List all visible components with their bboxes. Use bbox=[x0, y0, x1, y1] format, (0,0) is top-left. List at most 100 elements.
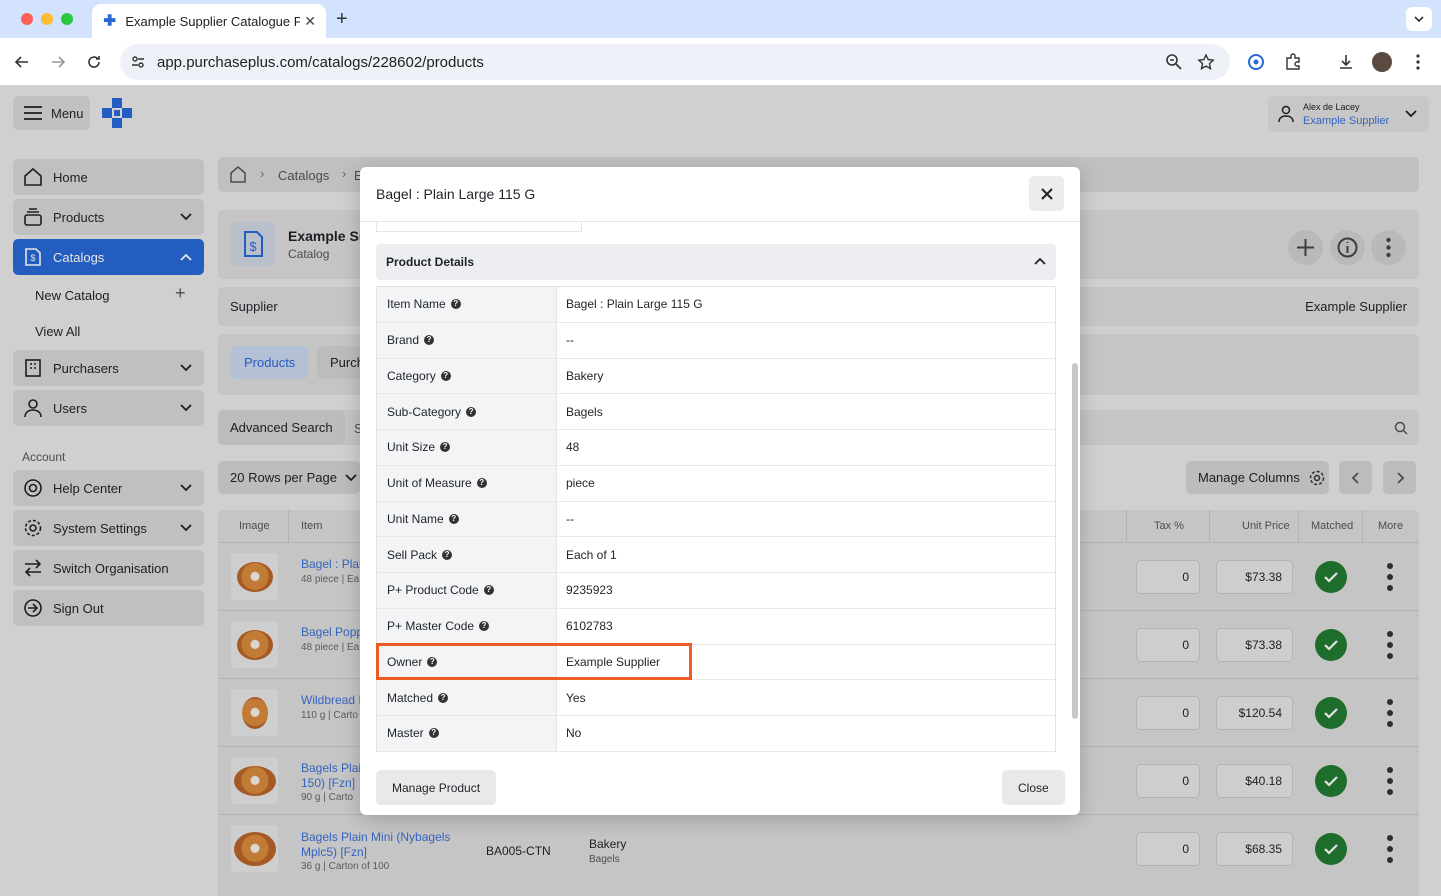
detail-label: Owner? bbox=[377, 644, 557, 680]
detail-label-text: Brand bbox=[387, 333, 420, 348]
detail-row-product-code: P+ Product Code? 9235923 bbox=[377, 573, 1055, 609]
tab-close-icon[interactable]: ✕ bbox=[304, 13, 316, 30]
detail-value: Each of 1 bbox=[566, 547, 617, 562]
detail-value: Bakery bbox=[566, 368, 604, 383]
previous-field-edge bbox=[376, 222, 582, 232]
help-icon[interactable]: ? bbox=[442, 549, 453, 560]
detail-label-text: Matched bbox=[387, 690, 434, 705]
help-icon[interactable]: ? bbox=[479, 621, 490, 632]
detail-label: Unit Name? bbox=[377, 501, 557, 537]
detail-value: 6102783 bbox=[566, 619, 613, 634]
detail-label: Unit of Measure? bbox=[377, 465, 557, 501]
detail-label: Item Name? bbox=[377, 287, 557, 322]
detail-row-unit-name: Unit Name? -- bbox=[377, 501, 1055, 538]
bookmark-star-icon[interactable] bbox=[1197, 53, 1215, 71]
extension-key-icon[interactable] bbox=[1247, 53, 1265, 71]
detail-value: 9235923 bbox=[566, 583, 613, 598]
extensions-puzzle-icon[interactable] bbox=[1284, 53, 1302, 71]
modal-scrollbar[interactable] bbox=[1072, 363, 1078, 719]
browser-tab[interactable]: Example Supplier Catalogue P ✕ bbox=[92, 4, 326, 38]
browser-tab-strip: Example Supplier Catalogue P ✕ + bbox=[0, 0, 1441, 38]
chevron-down-icon bbox=[1414, 16, 1424, 23]
detail-label-text: P+ Product Code bbox=[387, 583, 479, 598]
detail-value: piece bbox=[566, 476, 595, 491]
detail-value: Yes bbox=[566, 690, 586, 705]
back-icon[interactable] bbox=[11, 51, 33, 73]
detail-label-text: Item Name bbox=[387, 297, 446, 312]
detail-value: No bbox=[566, 726, 582, 741]
download-icon[interactable] bbox=[1337, 53, 1355, 71]
chevron-up-icon bbox=[1034, 257, 1046, 265]
detail-label: P+ Product Code? bbox=[377, 573, 557, 608]
detail-value: -- bbox=[566, 333, 574, 348]
reload-icon[interactable] bbox=[83, 51, 105, 73]
modal-body: Product Details Item Name? Bagel : Plain … bbox=[360, 221, 1080, 758]
window-zoom-button[interactable] bbox=[61, 13, 73, 25]
detail-row-matched: Matched? Yes bbox=[377, 680, 1055, 716]
modal-footer: Manage Product Close bbox=[360, 758, 1080, 815]
detail-label-text: Unit Size bbox=[387, 440, 436, 455]
window-minimize-button[interactable] bbox=[41, 13, 53, 25]
detail-row-sell-pack: Sell Pack? Each of 1 bbox=[377, 537, 1055, 573]
detail-value: Bagels bbox=[566, 404, 603, 419]
detail-row-unit-size: Unit Size? 48 bbox=[377, 430, 1055, 466]
help-icon[interactable]: ? bbox=[440, 442, 451, 453]
detail-value: -- bbox=[566, 511, 574, 526]
detail-row-category: Category? Bakery bbox=[377, 358, 1055, 395]
detail-label: Master? bbox=[377, 716, 557, 751]
forward-icon[interactable] bbox=[47, 51, 69, 73]
product-details-modal: Bagel : Plain Large 115 G Product Detail… bbox=[360, 167, 1080, 815]
detail-value: 48 bbox=[566, 440, 580, 455]
zoom-icon[interactable] bbox=[1165, 53, 1183, 71]
detail-row-brand: Brand? -- bbox=[377, 322, 1055, 359]
url-text: app.purchaseplus.com/catalogs/228602/pro… bbox=[157, 53, 484, 71]
detail-row-item-name: Item Name? Bagel : Plain Large 115 G bbox=[377, 287, 1055, 323]
browser-toolbar: app.purchaseplus.com/catalogs/228602/pro… bbox=[0, 38, 1441, 86]
help-icon[interactable]: ? bbox=[450, 299, 461, 310]
detail-label: Unit Size? bbox=[377, 430, 557, 465]
site-settings-icon[interactable] bbox=[129, 53, 147, 71]
help-icon[interactable]: ? bbox=[483, 585, 494, 596]
product-details-section-header[interactable]: Product Details bbox=[376, 244, 1056, 280]
detail-label: Sub-Category? bbox=[377, 394, 557, 429]
detail-row-sub-category: Sub-Category? Bagels bbox=[377, 394, 1055, 430]
detail-row-owner: Owner? Example Supplier bbox=[377, 644, 1055, 681]
detail-row-unit-of-measure: Unit of Measure? piece bbox=[377, 465, 1055, 502]
window-close-button[interactable] bbox=[21, 13, 33, 25]
detail-label: P+ Master Code? bbox=[377, 608, 557, 644]
manage-product-button[interactable]: Manage Product bbox=[376, 770, 497, 805]
help-icon[interactable]: ? bbox=[476, 478, 487, 489]
detail-label: Brand? bbox=[377, 322, 557, 358]
detail-label-text: Sub-Category bbox=[387, 404, 462, 419]
help-icon[interactable]: ? bbox=[440, 370, 451, 381]
detail-value: Example Supplier bbox=[566, 654, 661, 669]
detail-label-text: Unit of Measure bbox=[387, 476, 472, 491]
detail-label-text: Sell Pack bbox=[387, 547, 438, 562]
tab-title: Example Supplier Catalogue P bbox=[125, 13, 301, 29]
detail-label-text: Unit Name bbox=[387, 511, 444, 526]
detail-label-text: P+ Master Code bbox=[387, 619, 475, 634]
new-tab-icon[interactable]: + bbox=[336, 8, 348, 31]
profile-avatar[interactable] bbox=[1372, 52, 1392, 72]
detail-value: Bagel : Plain Large 115 G bbox=[566, 297, 703, 312]
address-bar[interactable]: app.purchaseplus.com/catalogs/228602/pro… bbox=[120, 44, 1230, 80]
detail-row-master-code: P+ Master Code? 6102783 bbox=[377, 608, 1055, 645]
modal-close-button[interactable] bbox=[1029, 176, 1064, 211]
help-icon[interactable]: ? bbox=[438, 692, 449, 703]
tab-search-button[interactable] bbox=[1406, 7, 1432, 31]
help-icon[interactable]: ? bbox=[427, 656, 438, 667]
detail-label-text: Master bbox=[387, 726, 424, 741]
detail-label: Category? bbox=[377, 358, 557, 394]
help-icon[interactable]: ? bbox=[428, 728, 439, 739]
detail-label: Matched? bbox=[377, 680, 557, 715]
help-icon[interactable]: ? bbox=[466, 406, 477, 417]
detail-label-text: Category bbox=[387, 368, 436, 383]
browser-menu-kebab-icon[interactable] bbox=[1409, 53, 1427, 71]
help-icon[interactable]: ? bbox=[448, 513, 459, 524]
modal-title: Bagel : Plain Large 115 G bbox=[376, 186, 536, 202]
close-button[interactable]: Close bbox=[1002, 770, 1065, 805]
close-icon bbox=[1040, 187, 1053, 200]
detail-row-master: Master? No bbox=[377, 716, 1055, 752]
help-icon[interactable]: ? bbox=[424, 335, 435, 346]
detail-label-text: Owner bbox=[387, 654, 423, 669]
